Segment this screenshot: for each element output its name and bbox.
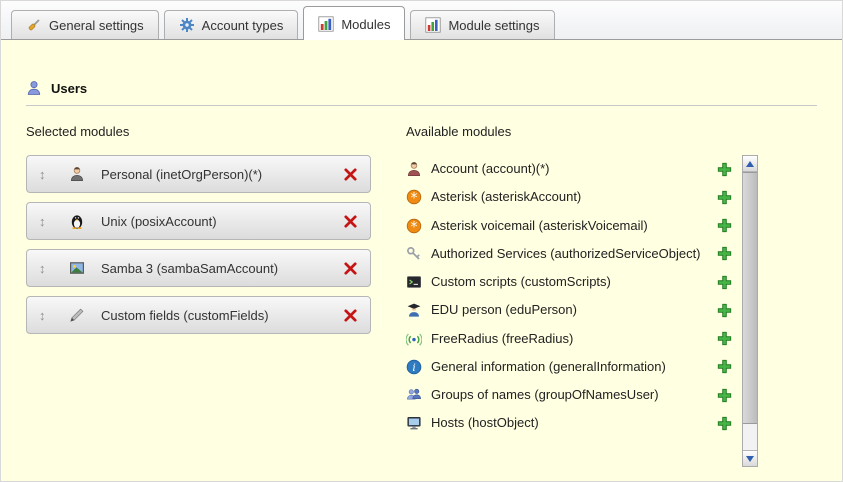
remove-module-button[interactable]: [343, 308, 358, 323]
available-modules-list: Account (account)(*) * Asterisk (asteris…: [406, 155, 738, 467]
drag-handle-icon[interactable]: ↕: [39, 308, 69, 323]
tab-account-types[interactable]: Account types: [164, 10, 299, 39]
gear-icon: [179, 17, 195, 33]
remove-module-button[interactable]: [343, 214, 358, 229]
lam-configuration-page: General settings Account types Modules M…: [0, 0, 843, 482]
modules-panel: Users Selected modules ↕ Personal (inetO…: [1, 40, 842, 467]
scrollbar[interactable]: [742, 155, 758, 467]
available-module-row: Hosts (hostObject): [406, 409, 738, 437]
edu-icon: [406, 302, 422, 318]
tools-icon: [26, 17, 42, 33]
selected-module-row[interactable]: ↕ Personal (inetOrgPerson)(*): [26, 155, 371, 193]
add-module-button[interactable]: [717, 388, 732, 403]
tab-module-settings[interactable]: Module settings: [410, 10, 554, 39]
add-module-button[interactable]: [717, 162, 732, 177]
scrollbar-track[interactable]: [743, 424, 757, 450]
module-label: Asterisk voicemail (asteriskVoicemail): [431, 218, 717, 234]
svg-text:i: i: [412, 362, 415, 374]
scroll-up-button[interactable]: [743, 156, 757, 172]
pencil-icon: [69, 307, 85, 323]
module-label: Custom scripts (customScripts): [431, 274, 717, 290]
add-module-button[interactable]: [717, 190, 732, 205]
penguin-icon: [69, 213, 85, 229]
available-module-row: FreeRadius (freeRadius): [406, 325, 738, 353]
selected-modules-list: ↕ Personal (inetOrgPerson)(*) ↕ Unix (po…: [26, 155, 371, 334]
module-label: EDU person (eduPerson): [431, 302, 717, 318]
group-icon: [406, 387, 422, 403]
add-module-button[interactable]: [717, 331, 732, 346]
available-module-row: Authorized Services (authorizedServiceOb…: [406, 240, 738, 268]
host-icon: [406, 415, 422, 431]
account-icon: [406, 161, 422, 177]
module-label: Authorized Services (authorizedServiceOb…: [431, 246, 717, 262]
section-header: Users: [26, 80, 817, 96]
available-module-row: i General information (generalInformatio…: [406, 353, 738, 381]
module-label: Custom fields (customFields): [101, 308, 343, 323]
add-module-button[interactable]: [717, 359, 732, 374]
chart-icon: [318, 16, 334, 32]
script-icon: [406, 274, 422, 290]
tab-label: Module settings: [448, 18, 539, 33]
scroll-down-arrow-icon: [746, 456, 754, 462]
tab-label: General settings: [49, 18, 144, 33]
radius-icon: [406, 331, 422, 347]
add-module-button[interactable]: [717, 218, 732, 233]
scroll-down-button[interactable]: [743, 450, 757, 466]
available-module-row: * Asterisk voicemail (asteriskVoicemail): [406, 212, 738, 240]
selected-module-row[interactable]: ↕ Unix (posixAccount): [26, 202, 371, 240]
divider: [26, 105, 817, 106]
module-label: Samba 3 (sambaSamAccount): [101, 261, 343, 276]
svg-text:*: *: [411, 191, 418, 206]
drag-handle-icon[interactable]: ↕: [39, 214, 69, 229]
drag-handle-icon[interactable]: ↕: [39, 261, 69, 276]
info-icon: i: [406, 359, 422, 375]
asterisk-icon: *: [406, 218, 422, 234]
samba-icon: [69, 260, 85, 276]
selected-module-row[interactable]: ↕ Samba 3 (sambaSamAccount): [26, 249, 371, 287]
services-icon: [406, 246, 422, 262]
module-label: Asterisk (asteriskAccount): [431, 189, 717, 205]
available-module-row: * Asterisk (asteriskAccount): [406, 183, 738, 211]
tab-bar: General settings Account types Modules M…: [1, 1, 842, 40]
drag-handle-icon[interactable]: ↕: [39, 167, 69, 182]
module-label: General information (generalInformation): [431, 359, 717, 375]
module-label: Unix (posixAccount): [101, 214, 343, 229]
available-module-row: Account (account)(*): [406, 155, 738, 183]
available-modules-heading: Available modules: [406, 124, 758, 139]
scroll-up-arrow-icon: [746, 161, 754, 167]
section-title: Users: [51, 81, 87, 96]
tab-general-settings[interactable]: General settings: [11, 10, 159, 39]
module-label: Groups of names (groupOfNamesUser): [431, 387, 717, 403]
available-module-row: Custom scripts (customScripts): [406, 268, 738, 296]
add-module-button[interactable]: [717, 275, 732, 290]
scrollbar-thumb[interactable]: [743, 172, 757, 424]
module-label: Account (account)(*): [431, 161, 717, 177]
remove-module-button[interactable]: [343, 167, 358, 182]
module-columns: Selected modules ↕ Personal (inetOrgPers…: [26, 124, 817, 467]
svg-text:*: *: [411, 219, 418, 234]
asterisk-icon: *: [406, 189, 422, 205]
chart-settings-icon: [425, 17, 441, 33]
module-label: Hosts (hostObject): [431, 415, 717, 431]
selected-module-row[interactable]: ↕ Custom fields (customFields): [26, 296, 371, 334]
tab-modules[interactable]: Modules: [303, 6, 405, 40]
available-module-row: EDU person (eduPerson): [406, 296, 738, 324]
selected-modules-column: Selected modules ↕ Personal (inetOrgPers…: [26, 124, 371, 467]
available-modules-column: Available modules Account (account)(*) *…: [406, 124, 758, 467]
user-icon: [26, 80, 42, 96]
tab-label: Modules: [341, 17, 390, 32]
selected-modules-heading: Selected modules: [26, 124, 371, 139]
available-modules-wrap: Account (account)(*) * Asterisk (asteris…: [406, 155, 758, 467]
module-label: Personal (inetOrgPerson)(*): [101, 167, 343, 182]
personal-icon: [69, 166, 85, 182]
tab-label: Account types: [202, 18, 284, 33]
add-module-button[interactable]: [717, 246, 732, 261]
module-label: FreeRadius (freeRadius): [431, 331, 717, 347]
remove-module-button[interactable]: [343, 261, 358, 276]
available-module-row: Groups of names (groupOfNamesUser): [406, 381, 738, 409]
add-module-button[interactable]: [717, 303, 732, 318]
add-module-button[interactable]: [717, 416, 732, 431]
